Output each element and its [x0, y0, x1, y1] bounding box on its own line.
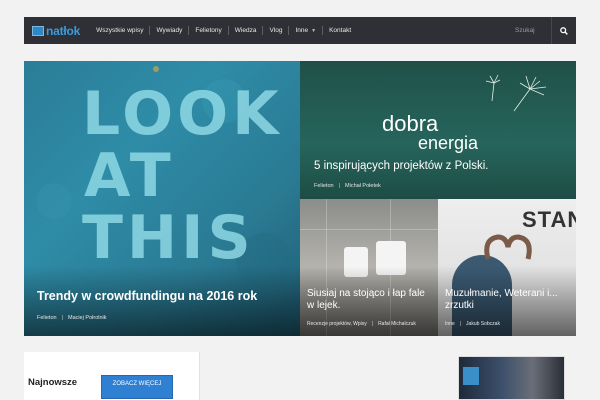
post-title[interactable]: Siusiaj na stojąco i łap fale w lejek.	[307, 288, 431, 311]
featured-post-bottom-left[interactable]: Siusiaj na stojąco i łap fale w lejek. R…	[300, 199, 438, 336]
post-category[interactable]: Recenzje projektów, Wpisy	[307, 321, 367, 327]
site-logo[interactable]: natłok	[32, 24, 80, 38]
search-button[interactable]	[552, 17, 576, 44]
tile-grout-line	[300, 229, 438, 230]
post-category[interactable]: Felieton	[314, 183, 334, 189]
nav-item-knowledge[interactable]: Wiedza	[229, 25, 263, 37]
sidebar-thumbnail[interactable]	[458, 356, 565, 400]
featured-post-top-right[interactable]: dobra energia 5 inspirujących projektów …	[300, 61, 576, 199]
image-lettering-line: AT	[84, 141, 175, 211]
see-more-button[interactable]: ZOBACZ WIĘCEJ	[101, 375, 173, 399]
image-lettering: energia	[418, 133, 479, 153]
post-author[interactable]: Maciej Połrolnik	[68, 315, 107, 321]
nav-menu: Wszystkie wpisy Wywiady Felietony Wiedza…	[90, 17, 357, 44]
post-meta: Recenzje projektów, Wpisy | Rafał Michal…	[307, 321, 416, 327]
search-input[interactable]	[515, 23, 543, 38]
nav-item-contact[interactable]: Kontakt	[323, 25, 357, 37]
top-navbar: natłok Wszystkie wpisy Wywiady Felietony…	[24, 17, 576, 44]
post-title[interactable]: 5 inspirujących projektów z Polski.	[314, 160, 489, 172]
search-icon	[560, 26, 568, 35]
post-author[interactable]: Rafał Michalczuk	[378, 321, 416, 327]
featured-post-bottom-right[interactable]: STAN Muzułmanie, Weterani i... zrzutki I…	[438, 199, 576, 336]
meta-divider: |	[459, 321, 462, 327]
image-lettering-line: THIS	[82, 203, 255, 273]
post-meta: Felieton | Maciej Połrolnik	[37, 315, 107, 321]
nav-item-other[interactable]: Inne ▼	[289, 25, 322, 37]
post-author[interactable]: Michał Połetek	[345, 183, 381, 189]
nav-item-other-label: Inne	[295, 27, 309, 34]
nav-search	[515, 17, 576, 44]
nav-item-all-posts[interactable]: Wszystkie wpisy	[90, 25, 149, 37]
meta-divider: |	[371, 321, 374, 327]
nav-item-vlog[interactable]: Vlog	[263, 25, 288, 37]
nav-item-interviews[interactable]: Wywiady	[150, 25, 188, 37]
featured-post-main[interactable]: LOOK AT THIS Trendy w crowdfundingu na 2…	[24, 61, 300, 336]
thumbnail-logo-icon	[463, 367, 479, 385]
heart-hands-image	[484, 234, 532, 260]
post-category[interactable]: Inne	[445, 321, 455, 327]
meta-divider: |	[61, 315, 64, 321]
post-title[interactable]: Muzułmanie, Weterani i... zrzutki	[445, 288, 573, 311]
image-lettering-line: LOOK	[82, 79, 283, 149]
logo-icon	[32, 25, 44, 36]
post-category[interactable]: Felieton	[37, 315, 57, 321]
latest-section-title: Najnowsze	[28, 377, 78, 388]
image-lettering: LOOK AT THIS	[82, 83, 283, 269]
post-meta: Felieton | Michał Połetek	[314, 183, 381, 189]
post-meta: Inne | Jakub Sobczak	[445, 321, 500, 327]
image-lettering: dobra	[382, 111, 439, 136]
post-author[interactable]: Jakub Sobczak	[466, 321, 500, 327]
post-title[interactable]: Trendy w crowdfundingu na 2016 rok	[37, 289, 257, 303]
meta-divider: |	[338, 183, 341, 189]
logo-text: natłok	[46, 23, 81, 38]
featured-grid: LOOK AT THIS Trendy w crowdfundingu na 2…	[24, 61, 576, 336]
chevron-down-icon: ▼	[311, 27, 317, 34]
nav-item-columns[interactable]: Felietony	[189, 25, 227, 37]
